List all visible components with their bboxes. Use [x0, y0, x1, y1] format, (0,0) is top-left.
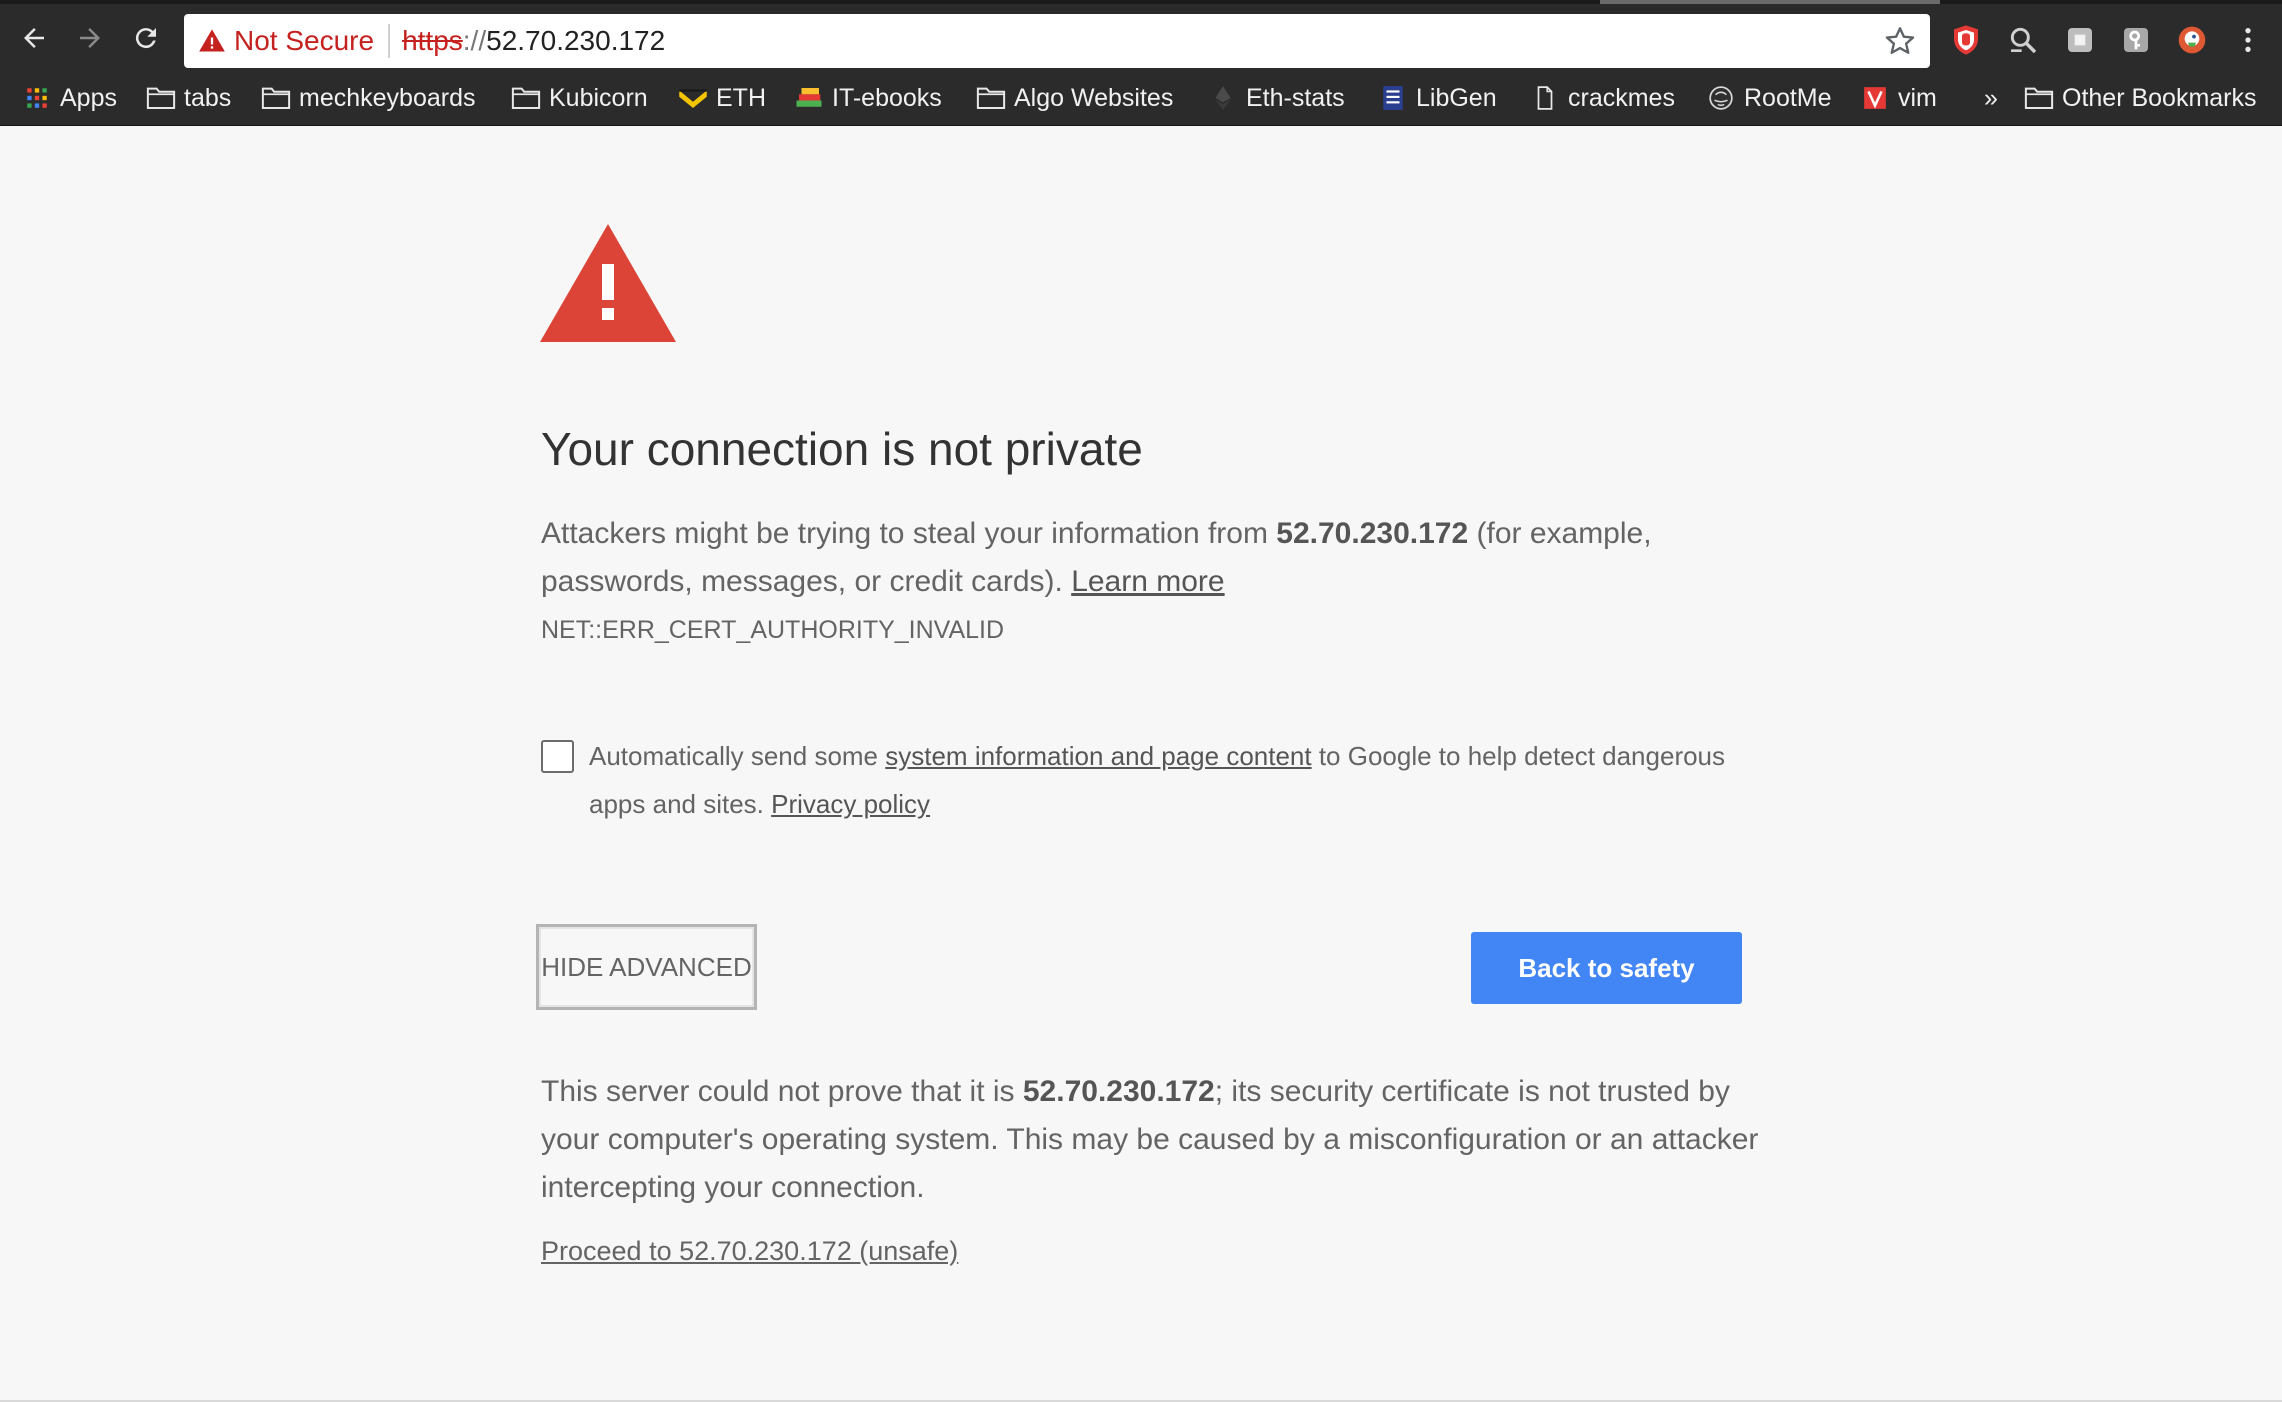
folder-icon: [2024, 84, 2054, 112]
url-host: 52.70.230.172: [486, 25, 666, 56]
address-bar[interactable]: Not Secure https://52.70.230.172: [184, 14, 1930, 68]
bookmark-vim[interactable]: vim: [1860, 80, 1937, 116]
omnibox-separator: [388, 24, 391, 58]
back-to-safety-button[interactable]: Back to safety: [1471, 932, 1742, 1004]
evernote-icon[interactable]: [2064, 24, 2096, 56]
not-secure-label[interactable]: Not Secure: [234, 25, 374, 57]
magnifier-icon[interactable]: [2007, 24, 2039, 56]
bookmark-label: Apps: [60, 83, 117, 112]
bookmark-other-bookmarks[interactable]: Other Bookmarks: [2024, 80, 2257, 116]
bookmark-label: Other Bookmarks: [2062, 83, 2257, 112]
explanation-host: 52.70.230.172: [1276, 517, 1469, 550]
details-host: 52.70.230.172: [1022, 1075, 1215, 1108]
overflow-chevron-icon: »: [1984, 83, 1998, 112]
bookmarks-bar: Apps tabs mechkeyboards Kubicorn ETH IT-…: [0, 70, 2282, 126]
bookmark-label: ETH: [716, 83, 766, 112]
folder-icon: [511, 84, 541, 112]
active-tab-edge: [1600, 0, 1940, 4]
bookmark-label: Eth-stats: [1246, 83, 1345, 112]
bookmark-tabs[interactable]: tabs: [146, 80, 231, 116]
apps-grid-icon: [22, 84, 52, 112]
bookmark-label: Kubicorn: [549, 83, 648, 112]
bookmark-label: Algo Websites: [1014, 83, 1174, 112]
privacy-policy-link[interactable]: Privacy policy: [771, 789, 930, 819]
tab-strip-edge: [0, 0, 2282, 4]
bookmark-label: mechkeyboards: [299, 83, 476, 112]
folder-icon: [976, 84, 1006, 112]
explanation-prefix: Attackers might be trying to steal your …: [541, 517, 1277, 550]
explanation-text: Attackers might be trying to steal your …: [541, 510, 1761, 606]
back-button[interactable]: [16, 20, 52, 56]
bookmarks-overflow-button[interactable]: »: [1984, 80, 1998, 116]
bookmark-it-ebooks[interactable]: IT-ebooks: [794, 80, 942, 116]
bookmark-algo-websites[interactable]: Algo Websites: [976, 80, 1173, 116]
page-title: Your connection is not private: [541, 423, 1143, 475]
page-icon: [1530, 84, 1560, 112]
rootme-icon: [1706, 84, 1736, 112]
bookmark-eth[interactable]: ETH: [678, 80, 766, 116]
url-scheme-separator: ://: [462, 25, 487, 56]
browser-toolbar: Not Secure https://52.70.230.172: [0, 0, 2282, 70]
send-info-label: Automatically send some system informati…: [589, 732, 1769, 828]
proceed-unsafe-link[interactable]: Proceed to 52.70.230.172 (unsafe): [541, 1236, 958, 1267]
bookmark-label: IT-ebooks: [832, 83, 942, 112]
libgen-icon: [1378, 84, 1408, 112]
hide-advanced-button[interactable]: HIDE ADVANCED: [536, 924, 757, 1010]
learn-more-link[interactable]: Learn more: [1071, 565, 1224, 598]
vim-icon: [1860, 84, 1890, 112]
ethereum-icon: [1208, 84, 1238, 112]
details-text: This server could not prove that it is 5…: [541, 1068, 1761, 1212]
reload-button[interactable]: [128, 20, 164, 56]
interstitial-page: Your connection is not private Attackers…: [0, 126, 2282, 1402]
key-icon[interactable]: [2120, 24, 2152, 56]
books-icon: [794, 84, 824, 112]
error-code: NET::ERR_CERT_AUTHORITY_INVALID: [541, 616, 1005, 644]
bookmark-rootme[interactable]: RootMe: [1706, 80, 1832, 116]
folder-icon: [146, 84, 176, 112]
system-information-link[interactable]: system information and page content: [885, 741, 1311, 771]
forward-button[interactable]: [72, 20, 108, 56]
bookmark-label: tabs: [184, 83, 232, 112]
warning-triangle-icon[interactable]: [198, 27, 226, 55]
bookmark-label: vim: [1898, 83, 1937, 112]
star-icon[interactable]: [1884, 25, 1916, 57]
bookmark-label: LibGen: [1416, 83, 1497, 112]
arrow-left-icon: [24, 28, 44, 48]
ublock-icon[interactable]: [1950, 24, 1982, 56]
arrow-right-icon: [80, 28, 100, 48]
url-scheme: https: [402, 25, 463, 56]
menu-dots-icon[interactable]: [2232, 24, 2264, 56]
warning-triangle-icon: [540, 224, 676, 342]
bookmark-label: crackmes: [1568, 83, 1675, 112]
bookmark-apps[interactable]: Apps: [22, 80, 117, 116]
reload-icon: [135, 28, 156, 49]
bookmark-label: RootMe: [1744, 83, 1832, 112]
details-prefix: This server could not prove that it is: [541, 1075, 1023, 1108]
optin-prefix: Automatically send some: [589, 741, 886, 771]
bookmark-mechkeyboards[interactable]: mechkeyboards: [261, 80, 475, 116]
bookmark-kubicorn[interactable]: Kubicorn: [511, 80, 648, 116]
bookmark-crackmes[interactable]: crackmes: [1530, 80, 1675, 116]
duckduckgo-icon[interactable]: [2176, 24, 2208, 56]
eth-logo-icon: [678, 84, 708, 112]
send-info-checkbox[interactable]: [541, 740, 574, 773]
folder-icon: [261, 84, 291, 112]
bookmark-libgen[interactable]: LibGen: [1378, 80, 1497, 116]
bookmark-eth-stats[interactable]: Eth-stats: [1208, 80, 1345, 116]
